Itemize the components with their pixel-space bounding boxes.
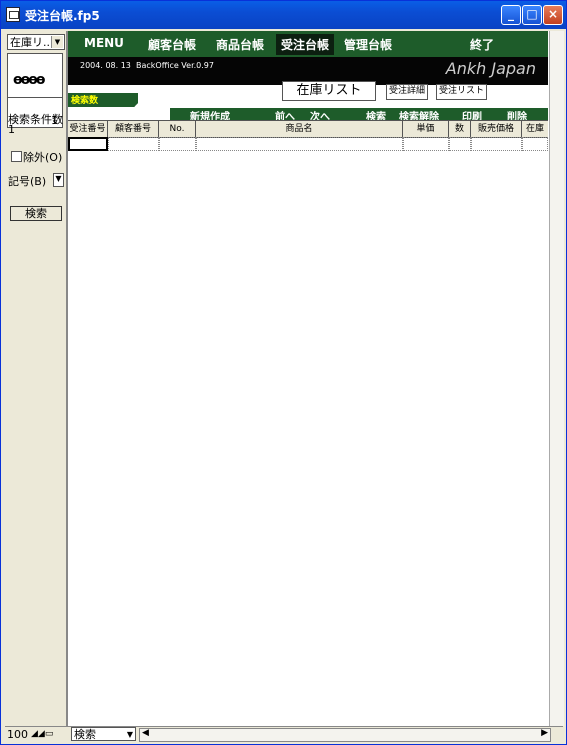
search-condition-count: 1	[8, 123, 15, 136]
cell-quantity[interactable]	[449, 137, 471, 151]
search-button[interactable]: 検索	[10, 206, 62, 221]
exclude-checkbox[interactable]	[11, 151, 22, 162]
menu-item-products[interactable]: 商品台帳	[216, 36, 264, 53]
col-customer-number: 顧客番号	[108, 121, 159, 137]
col-order-number: 受注番号	[68, 121, 108, 137]
menu-item-admin[interactable]: 管理台帳	[344, 36, 392, 53]
col-sale-price: 販売価格	[471, 121, 522, 137]
maximize-button[interactable]: □	[522, 5, 542, 25]
chevron-down-icon: ▼	[126, 730, 133, 739]
menu-item-menu[interactable]: MENU	[84, 36, 124, 50]
zoom-level: 100	[7, 728, 28, 741]
mode-select[interactable]: 検索 ▼	[71, 727, 136, 741]
banner-date: 2004. 08. 13 BackOffice Ver.0.97	[80, 61, 214, 70]
symbol-dropdown-icon[interactable]: ▼	[53, 173, 64, 187]
cell-order-number[interactable]	[68, 137, 108, 151]
cell-unit-price[interactable]	[403, 137, 449, 151]
title-bar: 受注台帳.fp5 _ □ ×	[1, 1, 566, 29]
zoom-controls-icon[interactable]: ◢◢▭	[31, 729, 53, 739]
vertical-scrollbar[interactable]	[549, 31, 564, 726]
menu-bar: MENU 顧客台帳 商品台帳 受注台帳 管理台帳 終了	[68, 31, 548, 58]
col-product-name: 商品名	[196, 121, 403, 137]
layout-select[interactable]: 在庫リ... ▼	[7, 34, 65, 50]
symbol-label: 記号(B)	[8, 175, 47, 188]
scroll-left-icon[interactable]: ◀	[142, 728, 149, 738]
scroll-right-icon[interactable]: ▶	[541, 728, 548, 738]
close-button[interactable]: ×	[543, 5, 563, 25]
cell-sale-price[interactable]	[471, 137, 522, 151]
col-no: No.	[159, 121, 196, 137]
col-stock: 在庫	[525, 124, 544, 134]
order-detail-button[interactable]: 受注詳細	[386, 84, 429, 100]
banner-version: BackOffice Ver.0.97	[135, 61, 214, 70]
brand-logo: Ankh Japan	[445, 59, 536, 78]
cell-customer-number[interactable]	[108, 137, 159, 151]
minimize-button[interactable]: _	[501, 5, 521, 25]
action-bar: 新規作成 前へ 次へ 検索 検索解除 印刷 削除	[170, 108, 548, 123]
order-list-button[interactable]: 受注リスト	[436, 84, 488, 100]
layout-select-value: 在庫リ...	[10, 36, 54, 49]
content-area: MENU 顧客台帳 商品台帳 受注台帳 管理台帳 終了 2004. 08. 13…	[67, 31, 550, 726]
menu-item-orders[interactable]: 受注台帳	[276, 34, 335, 55]
exclude-label: 除外(O)	[23, 151, 63, 164]
search-condition-label: 検索条件数	[8, 113, 63, 126]
cell-product-name[interactable]	[196, 137, 403, 151]
app-window: 受注台帳.fp5 _ □ × 在庫リ... ▼ ɵɵɵɵ 1 検索条件数 1 除…	[0, 0, 567, 745]
menu-item-exit[interactable]: 終了	[470, 36, 494, 53]
col-unit-price: 単価	[403, 121, 449, 137]
status-area: 在庫リ... ▼ ɵɵɵɵ 1 検索条件数 1 除外(O) 記号(B) ▼ 検索	[5, 31, 67, 743]
horizontal-scrollbar[interactable]: ◀ ▶	[139, 728, 551, 742]
status-bar: 100 ◢◢▭ 検索 ▼ ◀ ▶	[5, 726, 563, 743]
col-quantity: 数	[449, 121, 471, 137]
app-icon	[6, 7, 20, 22]
cell-no[interactable]	[159, 137, 196, 151]
window-title: 受注台帳.fp5	[25, 9, 100, 23]
cell-stock[interactable]	[522, 137, 548, 151]
menu-item-customers[interactable]: 顧客台帳	[148, 36, 196, 53]
search-count-label: 検索数	[68, 93, 138, 107]
binder-rings-icon: ɵɵɵɵ	[13, 72, 46, 88]
list-title: 在庫リスト	[282, 81, 376, 101]
record-slider[interactable]	[8, 97, 62, 98]
table-header: 受注番号 顧客番号 No. 商品名 単価 数 販売価格 在庫	[68, 120, 548, 138]
table-row[interactable]	[68, 137, 548, 151]
chevron-down-icon[interactable]: ▼	[51, 36, 63, 48]
